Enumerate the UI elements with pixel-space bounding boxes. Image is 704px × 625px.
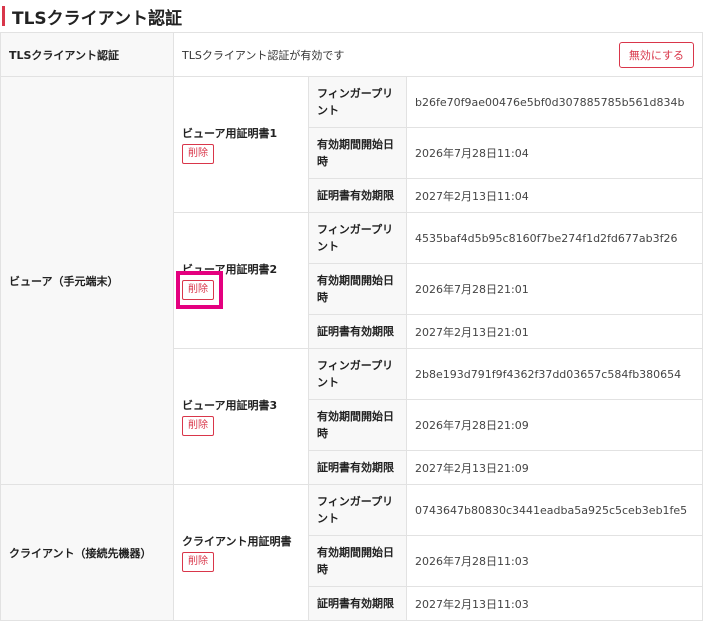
- tls-status-row: TLSクライアント認証 TLSクライアント認証が有効です 無効にする: [0, 32, 704, 77]
- cert-name: ビューア用証明書1: [182, 127, 278, 140]
- valid-until-label: 証明書有効期限: [308, 450, 407, 485]
- valid-until-label: 証明書有効期限: [308, 314, 407, 349]
- cert-name: ビューア用証明書3: [182, 399, 278, 412]
- valid-from-value: 2026年7月28日21:01: [405, 263, 704, 315]
- valid-from-value: 2026年7月28日21:09: [405, 399, 704, 451]
- tls-cert-table: TLSクライアント認証 TLSクライアント認証が有効です 無効にする ビューア（…: [0, 32, 704, 621]
- cert-cell-client-1: クライアント用証明書 削除: [173, 484, 309, 621]
- tls-status-value: TLSクライアント認証が有効です: [182, 48, 345, 62]
- fingerprint-value: 4535baf4d5b95c8160f7be274f1d2fd677ab3f26: [405, 212, 704, 264]
- page-title: TLSクライアント認証: [12, 9, 182, 29]
- valid-until-value: 2027年2月13日11:03: [405, 586, 704, 621]
- group-label-client: クライアント（接続先機器）: [0, 484, 174, 621]
- valid-until-label: 証明書有効期限: [308, 586, 407, 621]
- delete-cert-viewer-1-button[interactable]: 削除: [182, 144, 214, 164]
- page-header: TLSクライアント認証: [0, 0, 704, 32]
- table-row: ビューア（手元端末） ビューア用証明書1 削除 フィンガープリント b26fe7…: [0, 76, 704, 485]
- fingerprint-value: 2b8e193d791f9f4362f37dd03657c584fb380654: [405, 348, 704, 400]
- valid-from-value: 2026年7月28日11:04: [405, 127, 704, 179]
- fingerprint-label: フィンガープリント: [308, 484, 407, 536]
- cert-cell-viewer-1: ビューア用証明書1 削除: [173, 76, 309, 213]
- delete-cert-viewer-3-button[interactable]: 削除: [182, 416, 214, 436]
- cert-name: ビューア用証明書2: [182, 263, 278, 276]
- valid-until-value: 2027年2月13日11:04: [405, 178, 704, 213]
- tls-status-cell: TLSクライアント認証が有効です 無効にする: [172, 32, 704, 77]
- valid-from-value: 2026年7月28日11:03: [405, 535, 704, 587]
- valid-until-label: 証明書有効期限: [308, 178, 407, 213]
- valid-from-label: 有効期間開始日時: [308, 127, 407, 179]
- tls-status-label: TLSクライアント認証: [0, 32, 174, 77]
- table-row: クライアント（接続先機器） クライアント用証明書 削除 フィンガープリント 07…: [0, 484, 704, 621]
- disable-tls-button[interactable]: 無効にする: [618, 41, 695, 68]
- delete-cert-client-1-button[interactable]: 削除: [182, 552, 214, 572]
- fingerprint-value: 0743647b80830c3441eadba5a925c5ceb3eb1fe5: [405, 484, 704, 536]
- valid-from-label: 有効期間開始日時: [308, 263, 407, 315]
- fingerprint-label: フィンガープリント: [308, 76, 407, 128]
- valid-from-label: 有効期間開始日時: [308, 535, 407, 587]
- cert-name: クライアント用証明書: [182, 535, 292, 548]
- title-accent-bar: [2, 6, 5, 26]
- valid-until-value: 2027年2月13日21:01: [405, 314, 704, 349]
- fingerprint-label: フィンガープリント: [308, 212, 407, 264]
- delete-cert-viewer-2-button[interactable]: 削除: [182, 280, 214, 300]
- fingerprint-label: フィンガープリント: [308, 348, 407, 400]
- valid-from-label: 有効期間開始日時: [308, 399, 407, 451]
- group-label-viewer: ビューア（手元端末）: [0, 76, 174, 485]
- fingerprint-value: b26fe70f9ae00476e5bf0d307885785b561d834b: [405, 76, 704, 128]
- cert-cell-viewer-2: ビューア用証明書2 削除: [173, 212, 309, 349]
- cert-cell-viewer-3: ビューア用証明書3 削除: [173, 348, 309, 485]
- valid-until-value: 2027年2月13日21:09: [405, 450, 704, 485]
